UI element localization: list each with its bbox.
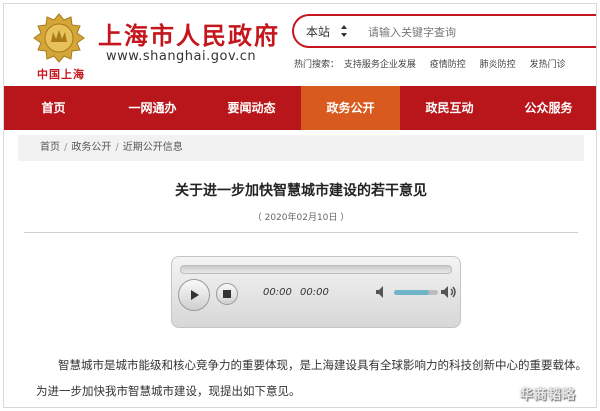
site-header: 中国上海 上海市人民政府 www.shanghai.gov.cn 本站 请输入关… xyxy=(4,4,596,86)
volume-level xyxy=(394,290,430,295)
speaker-loud-icon[interactable] xyxy=(440,284,458,300)
nav-item-online-services[interactable]: 一网通办 xyxy=(103,86,202,130)
current-time: 00:00 xyxy=(263,287,292,298)
hot-search-link[interactable]: 支持服务企业发展 xyxy=(344,60,416,70)
browser-page: 中国上海 上海市人民政府 www.shanghai.gov.cn 本站 请输入关… xyxy=(3,3,597,408)
play-button[interactable] xyxy=(178,279,210,311)
hot-search-label: 热门搜索： xyxy=(294,60,340,70)
article-paragraph: 智慧城市是城市能级和核心竞争力的重要体现，是上海建设具有全球影响力的科技创新中心… xyxy=(36,358,587,398)
stop-icon xyxy=(223,290,231,298)
volume-slider[interactable] xyxy=(394,290,438,295)
nav-item-government-affairs[interactable]: 政务公开 xyxy=(301,86,400,130)
audio-player: 00:00 00:00 xyxy=(171,256,461,328)
search-input[interactable]: 请输入关键字查询 xyxy=(368,24,456,40)
article-title: 关于进一步加快智慧城市建设的若干意见 xyxy=(175,183,427,199)
play-icon xyxy=(191,290,199,300)
site-url: www.shanghai.gov.cn xyxy=(106,49,257,64)
duration: 00:00 xyxy=(300,287,329,298)
site-title[interactable]: 上海市人民政府 xyxy=(98,16,280,51)
breadcrumb-separator: / xyxy=(115,142,119,153)
emblem-caption: 中国上海 xyxy=(37,68,85,81)
search-box: 本站 请输入关键字查询 xyxy=(292,14,596,48)
breadcrumb: 首页 / 政务公开 / 近期公开信息 xyxy=(18,135,584,161)
breadcrumb-separator: / xyxy=(64,142,68,153)
nav-item-interaction[interactable]: 政民互动 xyxy=(400,86,499,130)
breadcrumb-item[interactable]: 近期公开信息 xyxy=(123,142,183,153)
shanghai-emblem-icon[interactable] xyxy=(30,12,88,64)
hot-search: 热门搜索： 支持服务企业发展 疫情防控 肺炎防控 发热门诊 xyxy=(294,57,577,70)
stop-button[interactable] xyxy=(216,283,238,305)
nav-item-home[interactable]: 首页 xyxy=(4,86,103,130)
article-date: （ 2020年02月10日 ） xyxy=(252,213,350,223)
speaker-icon[interactable] xyxy=(374,284,390,300)
divider xyxy=(24,232,578,233)
audio-progress-bar[interactable] xyxy=(180,265,452,274)
hot-search-link[interactable]: 肺炎防控 xyxy=(480,60,516,70)
search-scope-select[interactable]: 本站 xyxy=(306,23,330,40)
nav-item-news[interactable]: 要闻动态 xyxy=(202,86,301,130)
breadcrumb-item[interactable]: 首页 xyxy=(40,142,60,153)
hot-search-link[interactable]: 发热门诊 xyxy=(530,60,566,70)
hot-search-link[interactable]: 疫情防控 xyxy=(430,60,466,70)
updown-arrow-icon[interactable] xyxy=(340,20,348,42)
main-nav: 首页 一网通办 要闻动态 政务公开 政民互动 公众服务 xyxy=(4,86,596,130)
watermark: 华商韬略 xyxy=(520,388,577,403)
nav-item-public-services[interactable]: 公众服务 xyxy=(499,86,596,130)
breadcrumb-item[interactable]: 政务公开 xyxy=(71,142,111,153)
